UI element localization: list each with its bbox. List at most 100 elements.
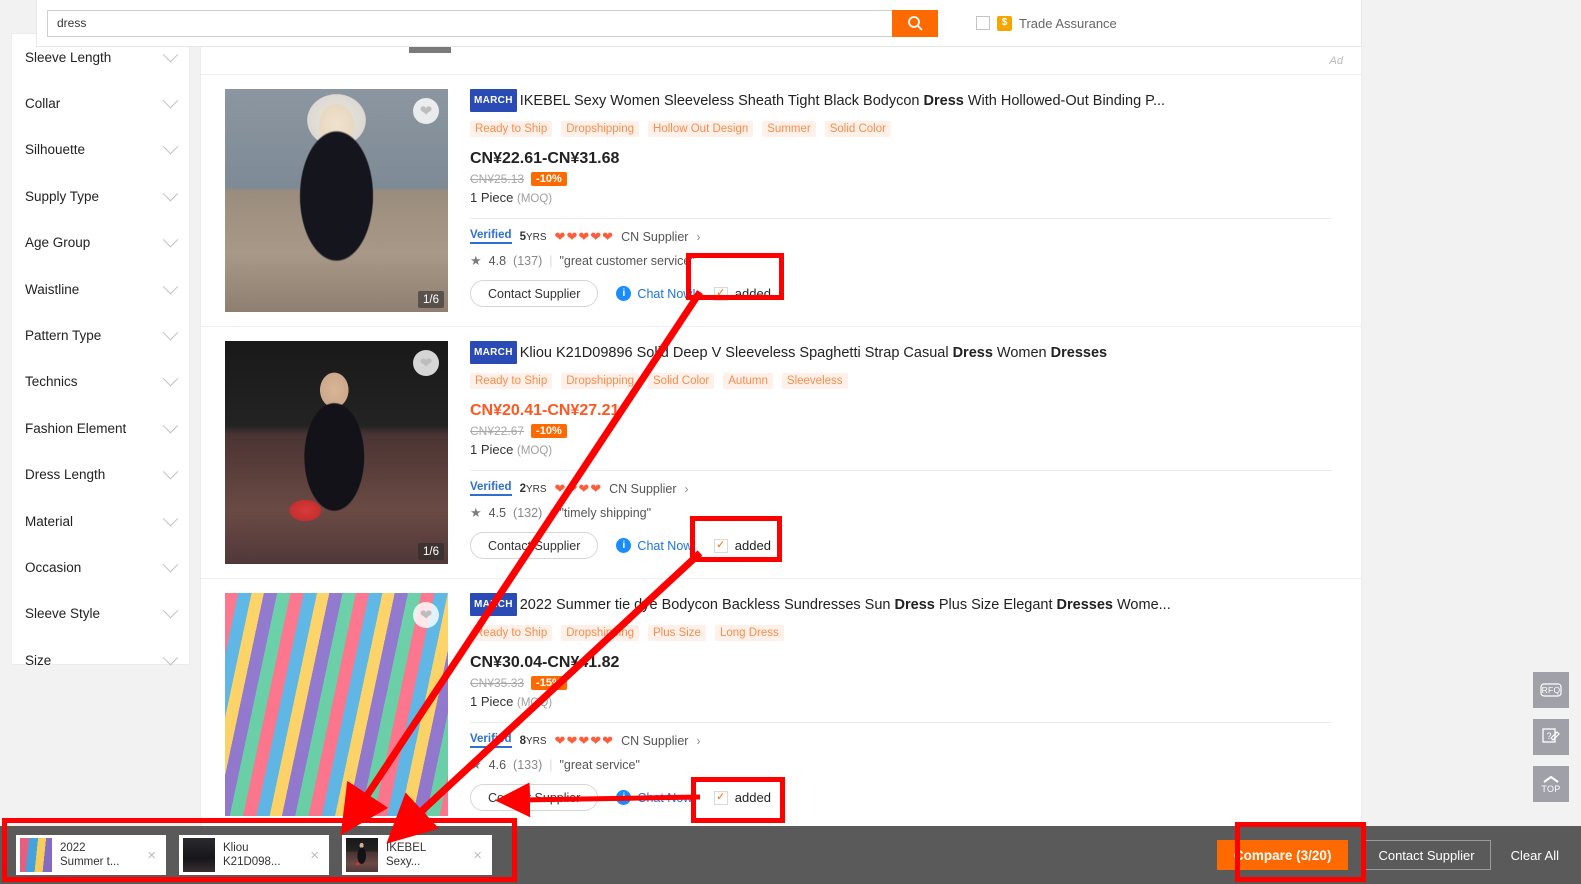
compare-item[interactable]: Kliou K21D098... × [179,835,329,875]
product-card[interactable]: ❤ 1/6 MARCH Kliou K21D09896 Solid Deep V Sl… [201,327,1361,579]
compare-item[interactable]: IKEBEL Sexy... × [342,835,492,875]
filter-row-dress-length[interactable]: Dress Length [25,452,179,498]
chevron-down-icon[interactable] [162,556,179,573]
original-price: CN¥25.13 [470,172,525,186]
chevron-down-icon[interactable] [162,232,179,248]
moq-row: 1 Piece (MOQ) [470,694,1343,709]
filter-label: Supply Type [25,188,100,204]
close-icon[interactable]: × [467,848,488,863]
contact-supplier-bar-button[interactable]: Contact Supplier [1362,840,1491,870]
filter-row-age-group[interactable]: Age Group [25,220,179,266]
chevron-right-icon[interactable]: › [685,482,689,496]
product-image[interactable]: ❤ [225,593,448,816]
compare-item-line1: IKEBEL [386,842,427,854]
chevron-down-icon[interactable] [162,603,179,619]
filter-row-supply-type[interactable]: Supply Type [25,173,179,219]
product-tag[interactable]: Sleeveless [781,373,848,389]
added-to-compare-checkbox[interactable]: ✓ added [713,538,771,553]
search-button[interactable] [892,9,938,37]
chat-now-button[interactable]: i Chat Now! [616,286,696,301]
chevron-down-icon[interactable] [162,464,179,480]
filter-row-fashion-element[interactable]: Fashion Element [25,405,179,451]
filter-row-technics[interactable]: Technics [25,359,179,405]
chevron-down-icon[interactable] [162,371,179,387]
clear-all-button[interactable]: Clear All [1505,847,1565,864]
filter-row-silhouette[interactable]: Silhouette [25,127,179,173]
product-tag[interactable]: Solid Color [648,373,715,389]
product-tag[interactable]: Dropshipping [561,121,640,137]
filter-row-occasion[interactable]: Occasion [25,544,179,590]
contact-supplier-button[interactable]: Contact Supplier [470,532,599,559]
filter-row-waistline[interactable]: Waistline [25,266,179,312]
supplier-row[interactable]: Verified 2YRS ❤ ❤ ❤ ❤ CN Supplier › [470,481,1343,496]
added-to-compare-checkbox[interactable]: ✓ added [713,790,771,805]
chevron-down-icon[interactable] [162,324,179,341]
contact-supplier-button[interactable]: Contact Supplier [470,784,599,811]
review-quote: "great customer service" [559,254,695,268]
march-badge: MARCH [470,341,517,364]
product-tag[interactable]: Autumn [723,373,773,389]
verified-badge: Verified [470,733,512,748]
gem-icon: ❤ [566,733,578,748]
product-title[interactable]: MARCH Kliou K21D09896 Solid Deep V Sleeve… [470,341,1343,364]
chevron-down-icon[interactable] [162,278,179,295]
wishlist-heart-icon[interactable]: ❤ [413,98,439,124]
product-card[interactable]: ❤ MARCH 2022 Summer tie dye Bodycon Backle… [201,579,1361,831]
chevron-down-icon[interactable] [162,139,179,155]
chevron-right-icon[interactable]: › [696,734,700,748]
added-to-compare-checkbox[interactable]: ✓ added [713,286,771,301]
product-title[interactable]: MARCH 2022 Summer tie dye Bodycon Backles… [470,593,1343,616]
product-tag[interactable]: Solid Color [824,121,891,137]
close-icon[interactable]: × [141,848,162,863]
supplier-row[interactable]: Verified 5YRS ❤ ❤ ❤ ❤ ❤ CN Supplier › [470,229,1343,244]
product-card[interactable]: ❤ 1/6 MARCH IKEBEL Sexy Women Sleeveless Sh… [201,75,1361,327]
wishlist-heart-icon[interactable]: ❤ [413,350,439,376]
product-tag[interactable]: Dropshipping [561,373,640,389]
product-tag[interactable]: Summer [762,121,816,137]
product-title[interactable]: MARCH IKEBEL Sexy Women Sleeveless Sheath… [470,89,1343,112]
filter-row-material[interactable]: Material [25,498,179,544]
product-tag[interactable]: Dropshipping [561,625,640,641]
back-to-top-button[interactable]: TOP [1533,766,1569,802]
product-image[interactable]: ❤ 1/6 [225,341,448,564]
product-tag[interactable]: Hollow Out Design [648,121,754,137]
product-tag[interactable]: Plus Size [648,625,706,641]
compare-item-text: 2022 Summer t... [52,841,141,869]
chevron-down-icon[interactable] [162,649,179,666]
chat-now-button[interactable]: i Chat Now! [616,538,696,553]
compare-item-line1: 2022 [60,842,86,854]
rfq-button[interactable]: RFQ [1533,672,1569,708]
search-icon [907,15,923,31]
gem-icon: ❤ [554,481,566,496]
trade-assurance-filter[interactable]: Trade Assurance [976,15,1117,31]
review-count: (137) [513,254,543,268]
supplier-row[interactable]: Verified 8YRS ❤ ❤ ❤ ❤ ❤ CN Supplier › [470,733,1343,748]
wishlist-heart-icon[interactable]: ❤ [413,602,439,628]
chevron-up-icon [1543,775,1559,783]
filter-row-size[interactable]: Size [25,637,179,683]
trade-assurance-checkbox[interactable] [976,16,990,30]
product-tag[interactable]: Ready to Ship [470,373,553,389]
close-icon[interactable]: × [304,848,325,863]
supplier-years: 2YRS [519,482,547,495]
contact-supplier-button[interactable]: Contact Supplier [470,280,599,307]
chevron-down-icon[interactable] [162,417,179,434]
chevron-down-icon[interactable] [162,46,179,63]
product-image[interactable]: ❤ 1/6 [225,89,448,312]
chevron-right-icon[interactable]: › [696,230,700,244]
feedback-button[interactable]: ? [1533,719,1569,755]
chevron-down-icon[interactable] [162,92,179,109]
compare-button[interactable]: Compare (3/20) [1216,840,1349,870]
filter-row-sleeve-style[interactable]: Sleeve Style [25,591,179,637]
product-tag[interactable]: Ready to Ship [470,121,553,137]
chevron-down-icon[interactable] [162,510,179,527]
product-tag[interactable]: Ready to Ship [470,625,553,641]
product-tag[interactable]: Long Dress [714,625,784,641]
filter-row-collar[interactable]: Collar [25,80,179,126]
filter-row-pattern-type[interactable]: Pattern Type [25,312,179,358]
compare-item[interactable]: 2022 Summer t... × [16,835,166,875]
chat-now-button[interactable]: i Chat Now! [616,790,696,805]
chevron-down-icon[interactable] [162,185,179,202]
product-photo [225,341,448,564]
search-input[interactable] [47,9,892,37]
